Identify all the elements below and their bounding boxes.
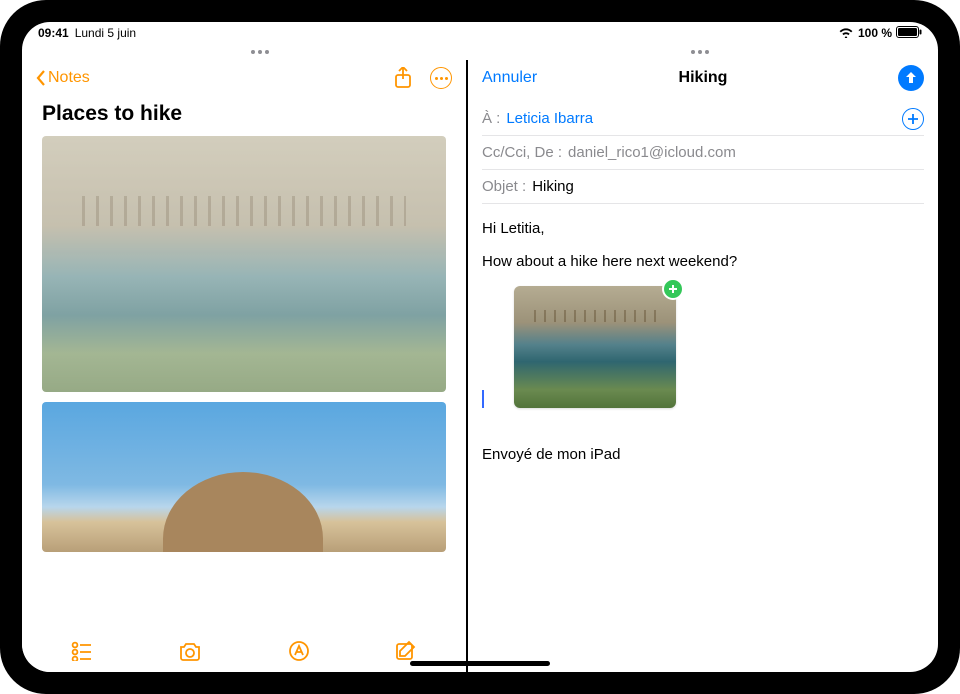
attachment-add-icon bbox=[662, 278, 684, 300]
markup-icon[interactable] bbox=[288, 640, 310, 662]
to-label: À : bbox=[482, 110, 500, 127]
mail-fields: À : Leticia Ibarra Cc/Cci, De : daniel_r… bbox=[468, 96, 938, 204]
checklist-icon[interactable] bbox=[71, 641, 93, 661]
multitask-dots-right[interactable] bbox=[685, 50, 715, 54]
to-recipient[interactable]: Leticia Ibarra bbox=[506, 110, 593, 127]
attachment-thumbnail[interactable] bbox=[514, 286, 676, 408]
split-view: Notes Places to hike bbox=[22, 60, 938, 672]
body-line-2: How about a hike here next weekend? bbox=[482, 253, 924, 270]
note-image-1[interactable] bbox=[42, 136, 446, 392]
note-title: Places to hike bbox=[42, 102, 452, 126]
mail-signature: Envoyé de mon iPad bbox=[482, 446, 924, 463]
subject-value: Hiking bbox=[532, 178, 574, 195]
to-field[interactable]: À : Leticia Ibarra bbox=[482, 102, 924, 136]
notes-back-label: Notes bbox=[48, 69, 90, 87]
cursor-line bbox=[482, 286, 924, 408]
status-date: Lundi 5 juin bbox=[75, 26, 136, 40]
cc-field[interactable]: Cc/Cci, De : daniel_rico1@icloud.com bbox=[482, 136, 924, 170]
subject-field[interactable]: Objet : Hiking bbox=[482, 170, 924, 204]
multitask-dots-left[interactable] bbox=[245, 50, 275, 54]
multitask-row bbox=[22, 44, 938, 60]
ipad-frame: 09:41 Lundi 5 juin 100 % bbox=[0, 0, 960, 694]
note-content[interactable]: Places to hike bbox=[22, 96, 466, 630]
status-time: 09:41 bbox=[38, 26, 69, 40]
status-bar: 09:41 Lundi 5 juin 100 % bbox=[22, 22, 938, 44]
notes-toolbar bbox=[22, 630, 466, 672]
mail-pane: Annuler Hiking À : Leticia Ibarra bbox=[468, 60, 938, 672]
send-button[interactable] bbox=[898, 65, 924, 91]
more-icon[interactable] bbox=[430, 67, 452, 89]
text-cursor bbox=[482, 390, 484, 408]
home-indicator[interactable] bbox=[410, 661, 550, 666]
notes-pane: Notes Places to hike bbox=[22, 60, 466, 672]
body-line-1: Hi Letitia, bbox=[482, 220, 924, 237]
status-battery-text: 100 % bbox=[858, 26, 892, 40]
screen: 09:41 Lundi 5 juin 100 % bbox=[22, 22, 938, 672]
note-image-2[interactable] bbox=[42, 402, 446, 552]
add-contact-button[interactable] bbox=[902, 108, 924, 130]
share-icon[interactable] bbox=[392, 67, 414, 89]
cancel-button[interactable]: Annuler bbox=[482, 69, 537, 87]
notes-header: Notes bbox=[22, 60, 466, 96]
battery-icon bbox=[896, 26, 922, 41]
wifi-icon bbox=[838, 26, 854, 41]
camera-icon[interactable] bbox=[178, 641, 202, 661]
subject-label: Objet : bbox=[482, 178, 526, 195]
mail-header: Annuler Hiking bbox=[468, 60, 938, 96]
cc-label: Cc/Cci, De : bbox=[482, 144, 562, 161]
cc-value: daniel_rico1@icloud.com bbox=[568, 144, 736, 161]
mail-title: Hiking bbox=[679, 69, 728, 87]
notes-back-button[interactable]: Notes bbox=[36, 69, 90, 87]
mail-body[interactable]: Hi Letitia, How about a hike here next w… bbox=[468, 204, 938, 672]
compose-icon[interactable] bbox=[395, 640, 417, 662]
